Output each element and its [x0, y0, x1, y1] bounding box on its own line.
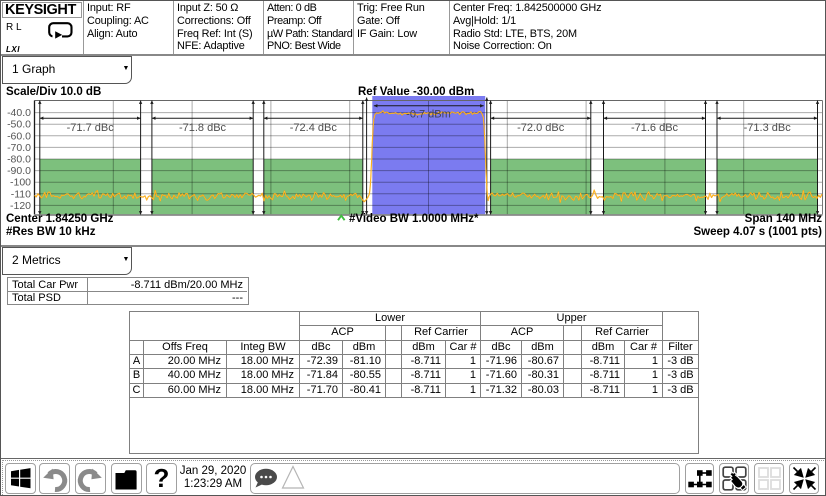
- svg-text:-50.0: -50.0: [7, 119, 31, 131]
- svg-text:-60.0: -60.0: [7, 130, 31, 142]
- svg-text:-72.0 dBc: -72.0 dBc: [517, 122, 565, 134]
- svg-text:-72.4 dBc: -72.4 dBc: [290, 122, 338, 134]
- svg-text:-40.0: -40.0: [7, 107, 31, 119]
- svg-text:-110: -110: [11, 188, 31, 200]
- svg-text:-71.7 dBc: -71.7 dBc: [67, 122, 115, 134]
- svg-text:-71.6 dBc: -71.6 dBc: [631, 122, 679, 134]
- svg-text:-120: -120: [10, 200, 31, 212]
- svg-text:-80.0: -80.0: [7, 154, 31, 166]
- svg-text:-100: -100: [10, 177, 31, 189]
- svg-text:-70.0: -70.0: [7, 142, 31, 154]
- svg-text:-0.7 dBm: -0.7 dBm: [406, 109, 451, 121]
- svg-text:-71.3 dBc: -71.3 dBc: [744, 122, 792, 134]
- svg-text:-71.8 dBc: -71.8 dBc: [179, 122, 227, 134]
- svg-text:-90.0: -90.0: [7, 165, 31, 177]
